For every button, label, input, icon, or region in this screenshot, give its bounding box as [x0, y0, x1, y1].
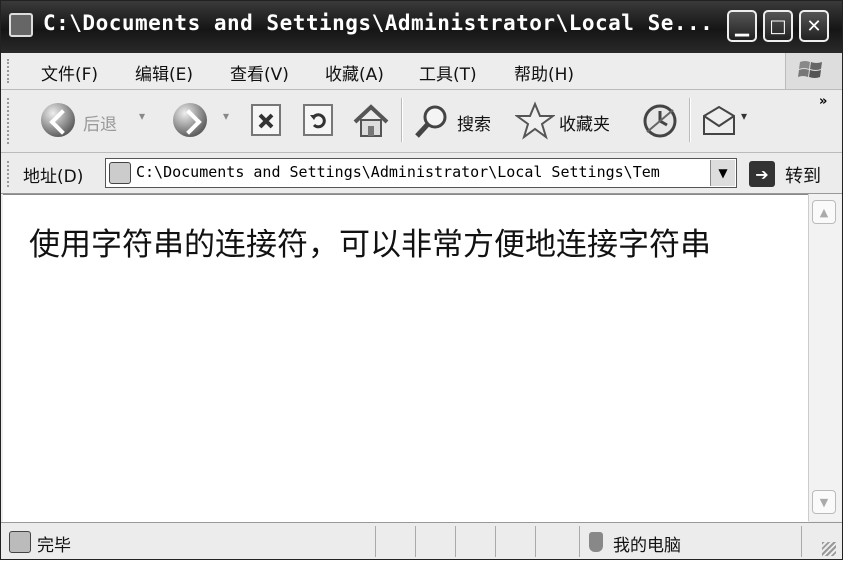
scroll-down-icon[interactable]: ▼ — [812, 490, 836, 514]
my-computer-icon — [589, 532, 603, 552]
favorites-star-icon[interactable] — [515, 101, 555, 141]
status-page-icon — [9, 531, 31, 553]
back-dropdown-icon[interactable]: ▾ — [139, 109, 145, 123]
toolbar-chevron-icon[interactable]: » — [819, 94, 827, 109]
back-button-label[interactable]: 后退 — [83, 110, 117, 135]
standard-toolbar: 后退 ▾ ▾ 搜索 收藏夹 ▾ » — [1, 90, 842, 153]
forward-dropdown-icon[interactable]: ▾ — [223, 109, 229, 123]
mail-dropdown-icon[interactable]: ▾ — [741, 109, 747, 123]
search-icon[interactable] — [413, 102, 453, 142]
menu-bar: 文件(F) 编辑(E) 查看(V) 收藏(A) 工具(T) 帮助(H) — [1, 53, 842, 90]
vertical-scrollbar[interactable]: ▲ ▼ — [808, 194, 841, 521]
menu-help[interactable]: 帮助(H) — [514, 60, 574, 85]
ie-page-icon — [9, 13, 33, 37]
menu-view[interactable]: 查看(V) — [230, 60, 289, 85]
menu-file[interactable]: 文件(F) — [41, 60, 98, 85]
address-bar: 地址(D) C:\Documents and Settings\Administ… — [1, 153, 842, 194]
favorites-button-label[interactable]: 收藏夹 — [559, 110, 610, 135]
page-text: 使用字符串的连接符，可以非常方便地连接字符串 — [29, 227, 711, 263]
menu-edit[interactable]: 编辑(E) — [135, 60, 193, 85]
address-value[interactable]: C:\Documents and Settings\Administrator\… — [136, 163, 706, 181]
minimize-button[interactable]: ▁ — [727, 10, 757, 42]
refresh-icon — [310, 113, 326, 129]
menu-grip[interactable] — [7, 59, 12, 83]
scroll-up-icon[interactable]: ▲ — [812, 200, 836, 224]
title-bar[interactable]: C:\Documents and Settings\Administrator\… — [1, 1, 842, 53]
minimize-icon: ▁ — [735, 15, 749, 37]
refresh-button[interactable] — [303, 104, 333, 136]
status-bar: 完毕 我的电脑 — [1, 522, 842, 559]
menu-favorites[interactable]: 收藏(A) — [325, 60, 384, 85]
browser-window: C:\Documents and Settings\Administrator\… — [0, 0, 843, 560]
close-icon: ✕ — [806, 15, 822, 37]
window-title: C:\Documents and Settings\Administrator\… — [43, 11, 714, 35]
go-arrow-icon[interactable]: ➔ — [749, 161, 775, 187]
resize-grip-icon[interactable] — [822, 542, 836, 556]
address-label: 地址(D) — [23, 167, 84, 187]
stop-icon — [258, 113, 274, 129]
address-grip[interactable] — [7, 161, 12, 187]
windows-logo — [785, 53, 842, 89]
status-text: 完毕 — [37, 536, 71, 556]
menu-tools[interactable]: 工具(T) — [419, 60, 477, 85]
forward-arrow-icon[interactable] — [173, 103, 207, 137]
maximize-icon: □ — [769, 15, 787, 37]
close-button[interactable]: ✕ — [799, 10, 829, 42]
security-zone-label: 我的电脑 — [613, 536, 681, 556]
go-button-label[interactable]: 转到 — [785, 162, 821, 188]
home-icon[interactable] — [351, 102, 391, 140]
page-icon — [109, 162, 131, 184]
back-arrow-icon[interactable] — [41, 103, 75, 137]
windows-flag-icon — [798, 61, 822, 78]
maximize-button[interactable]: □ — [763, 10, 793, 42]
toolbar-grip[interactable] — [7, 98, 12, 144]
stop-button[interactable] — [251, 104, 281, 136]
mail-icon[interactable] — [701, 104, 737, 138]
address-input[interactable]: C:\Documents and Settings\Administrator\… — [105, 158, 737, 188]
history-icon[interactable] — [641, 102, 679, 140]
address-dropdown-icon[interactable]: ▼ — [710, 160, 735, 186]
page-content: 使用字符串的连接符，可以非常方便地连接字符串 — [3, 194, 808, 522]
search-button-label[interactable]: 搜索 — [457, 110, 491, 135]
